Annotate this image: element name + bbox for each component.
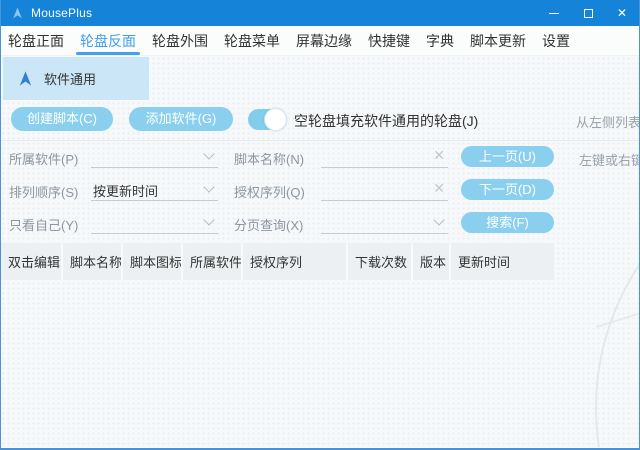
tab-hotkeys[interactable]: 快捷键 <box>368 26 410 55</box>
minimize-icon <box>549 13 559 14</box>
tab-script-update[interactable]: 脚本更新 <box>470 26 526 55</box>
previous-page-button[interactable]: 上一页(U) <box>461 146 554 167</box>
search-button[interactable]: 搜索(F) <box>461 212 554 233</box>
window-title: MousePlus <box>31 6 92 20</box>
add-software-button[interactable]: 添加软件(G) <box>129 107 233 131</box>
tab-wheel-back[interactable]: 轮盘反面 <box>80 26 136 55</box>
page-query-label: 分页查询(X) <box>234 215 303 234</box>
owner-software-select[interactable] <box>91 146 218 168</box>
fill-wheel-toggle[interactable] <box>248 109 286 130</box>
script-table-header: 双击编辑 脚本名称 脚本图标 所属软件 授权序列 下载次数 版本 更新时间 <box>1 243 554 280</box>
toolbar-divider <box>1 140 639 141</box>
maximize-button[interactable] <box>571 0 605 26</box>
script-name-label: 脚本名称(N) <box>234 149 304 168</box>
only-mine-label: 只看自己(Y) <box>9 215 78 234</box>
minimize-button[interactable] <box>537 0 571 26</box>
owner-software-label: 所属软件(P) <box>9 149 78 168</box>
cursor-arrow-icon <box>17 69 34 88</box>
sort-order-select[interactable]: 按更新时间 <box>91 179 218 201</box>
tab-wheel-menu[interactable]: 轮盘菜单 <box>224 26 280 55</box>
column-header-download-count: 下载次数 <box>348 243 413 280</box>
tab-wheel-outer[interactable]: 轮盘外围 <box>152 26 208 55</box>
next-page-button[interactable]: 下一页(D) <box>461 179 554 200</box>
tab-dictionary[interactable]: 字典 <box>426 26 454 55</box>
main-content: 软件通用 创建脚本(C) 添加软件(G) 空轮盘填充软件通用的轮盘(J) 从左侧… <box>1 56 639 447</box>
sidebar-item-software-general[interactable]: 软件通用 <box>3 57 149 100</box>
filter-row-1: 所属软件(P) 脚本名称(N) ✕ 上一页(U) 左键或右键 <box>1 146 639 170</box>
page-query-select[interactable] <box>321 212 448 234</box>
auth-serial-input[interactable]: ✕ <box>321 179 448 201</box>
filter-row-2: 排列顺序(S) 按更新时间 授权序列(Q) ✕ 下一页(D) <box>1 179 639 203</box>
sidebar-item-label: 软件通用 <box>44 69 96 88</box>
clear-icon[interactable]: ✕ <box>433 180 445 197</box>
create-script-button[interactable]: 创建脚本(C) <box>11 107 113 131</box>
chevron-down-icon <box>203 181 214 192</box>
column-header-script-name: 脚本名称 <box>63 243 123 280</box>
app-logo-icon <box>11 6 24 20</box>
mouseplus-window: MousePlus ✕ 轮盘正面 轮盘反面 轮盘外围 轮盘菜单 屏幕边缘 快捷键… <box>0 0 640 450</box>
tab-screen-edge[interactable]: 屏幕边缘 <box>296 26 352 55</box>
tab-wheel-front[interactable]: 轮盘正面 <box>8 26 64 55</box>
close-button[interactable]: ✕ <box>605 0 639 26</box>
sort-order-value: 按更新时间 <box>93 181 158 200</box>
only-mine-select[interactable] <box>91 212 218 234</box>
column-header-script-icon: 脚本图标 <box>123 243 183 280</box>
script-name-input[interactable]: ✕ <box>321 146 448 168</box>
clear-icon[interactable]: ✕ <box>433 147 445 164</box>
column-header-auth-serial: 授权序列 <box>243 243 348 280</box>
column-header-double-click-edit: 双击编辑 <box>1 243 63 280</box>
auth-serial-label: 授权序列(Q) <box>234 182 305 201</box>
mouse-button-hint: 左键或右键 <box>579 150 639 169</box>
chevron-down-icon <box>433 214 444 225</box>
column-header-update-time: 更新时间 <box>451 243 554 280</box>
toggle-knob-icon <box>264 108 287 131</box>
tab-bar: 轮盘正面 轮盘反面 轮盘外围 轮盘菜单 屏幕边缘 快捷键 字典 脚本更新 设置 <box>1 26 639 56</box>
fill-wheel-toggle-label: 空轮盘填充软件通用的轮盘(J) <box>294 111 478 131</box>
tab-settings[interactable]: 设置 <box>542 26 570 55</box>
column-header-version: 版本 <box>413 243 451 280</box>
chevron-down-icon <box>203 214 214 225</box>
window-controls: ✕ <box>537 0 639 26</box>
column-header-owner-software: 所属软件 <box>183 243 243 280</box>
left-list-hint: 从左侧列表 <box>576 112 639 131</box>
titlebar: MousePlus ✕ <box>1 0 639 26</box>
sort-order-label: 排列顺序(S) <box>9 182 78 201</box>
filter-row-3: 只看自己(Y) 分页查询(X) 搜索(F) <box>1 212 639 236</box>
chevron-down-icon <box>203 148 214 159</box>
toolbar: 创建脚本(C) 添加软件(G) 空轮盘填充软件通用的轮盘(J) 从左侧列表 <box>1 107 639 133</box>
maximize-icon <box>584 9 593 18</box>
